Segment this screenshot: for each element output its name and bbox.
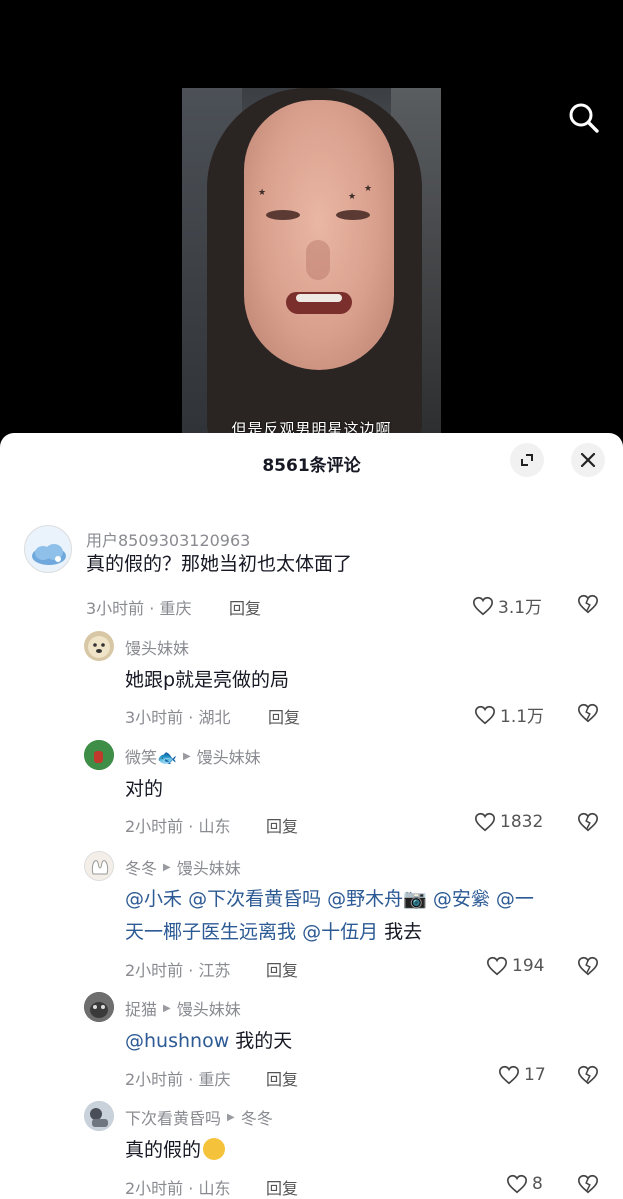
mention-link[interactable]: @一 <box>496 888 534 910</box>
comment-time-location: 2小时前 · 江苏 <box>125 961 231 980</box>
avatar[interactable] <box>84 851 114 881</box>
username-text[interactable]: 下次看黄昏吗 <box>125 1105 221 1129</box>
reply-arrow-icon: ▶ <box>163 861 171 873</box>
mention-link[interactable]: @安繠 <box>433 888 490 910</box>
comment-sheet-header: 8561条评论 <box>0 433 623 491</box>
star-sticker: ★ <box>348 192 357 202</box>
heart-icon <box>475 812 495 832</box>
mention-link[interactable]: @十伍月 <box>302 921 378 943</box>
like-button[interactable]: 194 <box>486 955 544 977</box>
mention-link[interactable]: @下次看黄昏吗 <box>188 888 321 910</box>
like-count: 194 <box>512 956 545 976</box>
reply-button[interactable]: 回复 <box>266 813 298 837</box>
comment-text: 我去 <box>384 921 423 943</box>
like-button[interactable]: 1832 <box>474 811 543 833</box>
comment-text-line: @小禾 @下次看黄昏吗 @野木舟📷 @安繠 @一 <box>125 882 534 916</box>
comment-text: 对的 <box>125 778 164 800</box>
nose <box>306 240 330 280</box>
comment-item: 用户8509303120963 真的假的？那她当初也太体面了 3小时前 · 重庆… <box>0 521 623 631</box>
comment-text: 她跟p就是亮做的局 <box>125 669 290 691</box>
eye <box>266 210 300 220</box>
close-icon[interactable] <box>571 443 605 477</box>
reply-button[interactable]: 回复 <box>229 595 261 619</box>
comment-username[interactable]: 冬冬 ▶ 馒头妹妹 <box>125 855 241 879</box>
broken-heart-icon[interactable] <box>577 593 599 619</box>
avatar[interactable] <box>24 525 72 573</box>
reply-button[interactable]: 回复 <box>266 957 298 981</box>
expand-icon[interactable] <box>510 443 544 477</box>
comment-text-line: @hushnow 我的天 <box>125 1024 292 1058</box>
reply-button[interactable]: 回复 <box>266 1066 298 1090</box>
comment-username[interactable]: 下次看黄昏吗 ▶ 冬冬 <box>125 1105 273 1129</box>
like-count: 3.1万 <box>498 598 543 618</box>
star-sticker: ★ <box>258 188 267 198</box>
comment-time-location: 3小时前 · 湖北 <box>125 708 231 727</box>
comment-time-location: 2小时前 · 山东 <box>125 817 231 836</box>
like-count: 1.1万 <box>500 707 545 727</box>
avatar[interactable] <box>84 992 114 1022</box>
search-icon[interactable] <box>566 100 602 136</box>
person-face: ★ ★ ★ <box>244 100 394 370</box>
mention-link[interactable]: 天一椰子医生远离我 <box>125 921 296 943</box>
heart-icon <box>499 1065 519 1085</box>
broken-heart-icon[interactable] <box>577 1064 599 1090</box>
reply-item: 微笑🐟 ▶ 馒头妹妹 对的 2小时前 · 山东 回复 1832 <box>0 740 623 850</box>
heart-icon <box>507 1174 527 1194</box>
username-text[interactable]: 微笑🐟 <box>125 744 177 768</box>
comment-username[interactable]: 微笑🐟 ▶ 馒头妹妹 <box>125 744 261 768</box>
comment-text: 我的天 <box>235 1030 293 1052</box>
reply-item: 馒头妹妹 她跟p就是亮做的局 3小时前 · 湖北 回复 1.1万 <box>0 631 623 741</box>
username-text[interactable]: 冬冬 <box>125 855 157 879</box>
comment-time-location: 2小时前 · 山东 <box>125 1179 231 1198</box>
eye <box>336 210 370 220</box>
reply-arrow-icon: ▶ <box>182 750 191 762</box>
like-button[interactable]: 3.1万 <box>472 593 542 618</box>
reply-to-username[interactable]: 馒头妹妹 <box>197 744 261 768</box>
video-player[interactable]: ★ ★ ★ 但是反观男明星这边啊 <box>0 0 623 445</box>
heart-icon <box>487 956 507 976</box>
heart-icon <box>473 596 493 615</box>
comment-time-location: 3小时前 · 重庆 <box>86 599 192 618</box>
like-count: 8 <box>532 1174 543 1194</box>
comment-text-line: 天一椰子医生远离我 @十伍月 我去 <box>125 915 422 949</box>
teeth <box>296 294 342 302</box>
reply-item: 捉猫 ▶ 馒头妹妹 @hushnow 我的天 2小时前 · 重庆 回复 17 <box>0 992 623 1102</box>
heart-icon <box>475 705 495 724</box>
video-thumbnail[interactable]: ★ ★ ★ <box>182 88 441 445</box>
comment-username[interactable]: 捉猫 ▶ 馒头妹妹 <box>125 996 241 1020</box>
comment-text-line: 真的假的 <box>125 1133 226 1167</box>
like-button[interactable]: 8 <box>506 1173 543 1195</box>
reply-to-username[interactable]: 馒头妹妹 <box>177 855 241 879</box>
comment-sheet: 8561条评论 用户8509303120963 真的假的？那她当初也太体面了 3… <box>0 433 623 1199</box>
reply-to-username[interactable]: 冬冬 <box>241 1105 273 1129</box>
broken-heart-icon[interactable] <box>577 702 599 728</box>
username-text[interactable]: 捉猫 <box>125 996 157 1020</box>
mention-link[interactable]: @小禾 <box>125 888 182 910</box>
reply-item: 冬冬 ▶ 馒头妹妹 @小禾 @下次看黄昏吗 @野木舟📷 @安繠 @一 天一椰子医… <box>0 849 623 999</box>
reply-item: 下次看黄昏吗 ▶ 冬冬 真的假的 2小时前 · 山东 回复 8 <box>0 1101 623 1199</box>
like-button[interactable]: 17 <box>498 1064 546 1086</box>
mention-link[interactable]: @野木舟📷 <box>327 888 427 910</box>
comment-username[interactable]: 馒头妹妹 <box>125 635 189 659</box>
reply-button[interactable]: 回复 <box>268 704 300 728</box>
comment-text: 真的假的 <box>125 1139 202 1161</box>
star-sticker: ★ <box>364 184 373 194</box>
like-count: 17 <box>524 1065 546 1085</box>
avatar[interactable] <box>84 740 114 770</box>
avatar[interactable] <box>84 631 114 661</box>
comment-text: 真的假的？那她当初也太体面了 <box>86 553 353 575</box>
comment-time-location: 2小时前 · 重庆 <box>125 1070 231 1089</box>
reply-to-username[interactable]: 馒头妹妹 <box>177 996 241 1020</box>
broken-heart-icon[interactable] <box>577 811 599 837</box>
reply-button[interactable]: 回复 <box>266 1175 298 1199</box>
avatar[interactable] <box>84 1101 114 1131</box>
broken-heart-icon[interactable] <box>577 1173 599 1199</box>
like-count: 1832 <box>500 812 544 832</box>
reply-arrow-icon: ▶ <box>227 1111 235 1123</box>
shocked-emoji-icon <box>203 1137 226 1160</box>
broken-heart-icon[interactable] <box>577 955 599 981</box>
like-button[interactable]: 1.1万 <box>474 702 544 727</box>
mention-link[interactable]: @hushnow <box>125 1030 229 1052</box>
reply-arrow-icon: ▶ <box>163 1002 171 1014</box>
